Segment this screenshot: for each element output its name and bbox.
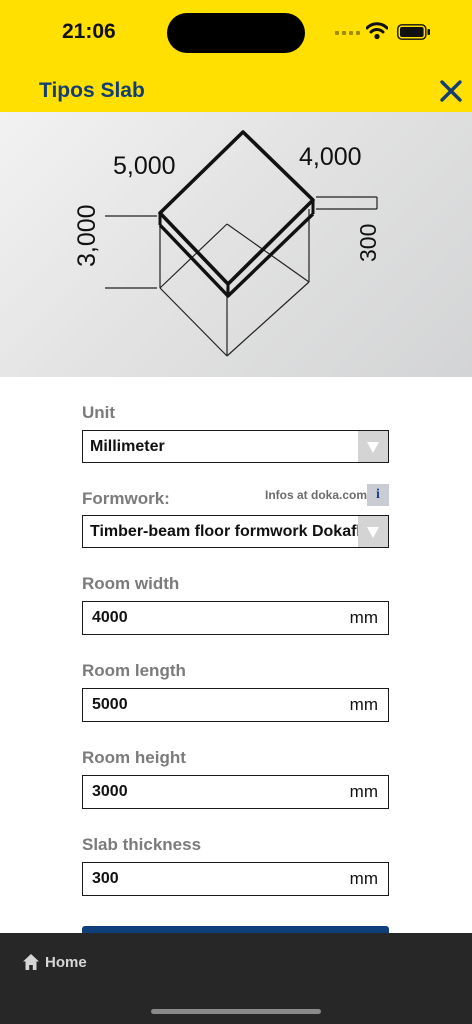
info-icon[interactable]: i [367, 484, 389, 506]
room-height-unit: mm [349, 782, 378, 801]
home-nav-button[interactable]: Home [22, 953, 87, 971]
slab-thickness-label: Slab thickness [82, 835, 202, 854]
room-length-input[interactable]: 5000 mm [82, 688, 389, 722]
dimension-width-label: 4,000 [299, 143, 362, 171]
room-length-value: 5000 [92, 696, 128, 713]
formwork-label: Formwork: [82, 489, 170, 508]
home-icon [23, 954, 39, 970]
formwork-value: Timber-beam floor formwork Dokaflex [90, 522, 358, 540]
unit-select[interactable]: Millimeter [82, 430, 389, 463]
room-width-label: Room width [82, 574, 180, 593]
page-title: Tipos Slab [39, 79, 145, 102]
room-width-value: 4000 [92, 609, 128, 626]
room-height-label: Room height [82, 748, 186, 767]
status-time: 21:06 [62, 20, 116, 43]
formwork-select[interactable]: Timber-beam floor formwork Dokaflex [82, 515, 389, 548]
unit-label: Unit [82, 403, 116, 422]
home-indicator[interactable] [151, 1009, 321, 1014]
room-width-input[interactable]: 4000 mm [82, 601, 389, 635]
doka-info-link[interactable]: Infos at doka.com [265, 488, 367, 502]
wifi-icon [366, 22, 388, 40]
room-height-input[interactable]: 3000 mm [82, 775, 389, 809]
calculate-button[interactable] [82, 926, 389, 933]
slab-thickness-unit: mm [349, 869, 378, 888]
slab-diagram: 5,000 4,000 3,000 300 [0, 112, 472, 377]
home-label: Home [45, 953, 87, 971]
chevron-down-icon [358, 516, 388, 547]
room-length-unit: mm [349, 695, 378, 714]
dimension-height-label: 3,000 [73, 204, 101, 267]
cellular-signal-icon [335, 31, 360, 35]
room-height-value: 3000 [92, 783, 128, 800]
slab-thickness-input[interactable]: 300 mm [82, 862, 389, 896]
room-length-label: Room length [82, 661, 186, 680]
chevron-down-icon [358, 431, 388, 462]
room-width-unit: mm [349, 608, 378, 627]
dimension-length-label: 5,000 [113, 152, 176, 180]
dimension-labels: 5,000 4,000 3,000 300 [73, 143, 381, 267]
dimension-thickness-label: 300 [355, 224, 381, 262]
unit-value: Millimeter [90, 437, 165, 455]
app-header: 21:06 Tipos Slab [0, 0, 472, 112]
dynamic-island [167, 13, 305, 53]
close-icon[interactable] [436, 76, 466, 106]
battery-icon [397, 24, 430, 40]
slab-thickness-value: 300 [92, 870, 119, 887]
